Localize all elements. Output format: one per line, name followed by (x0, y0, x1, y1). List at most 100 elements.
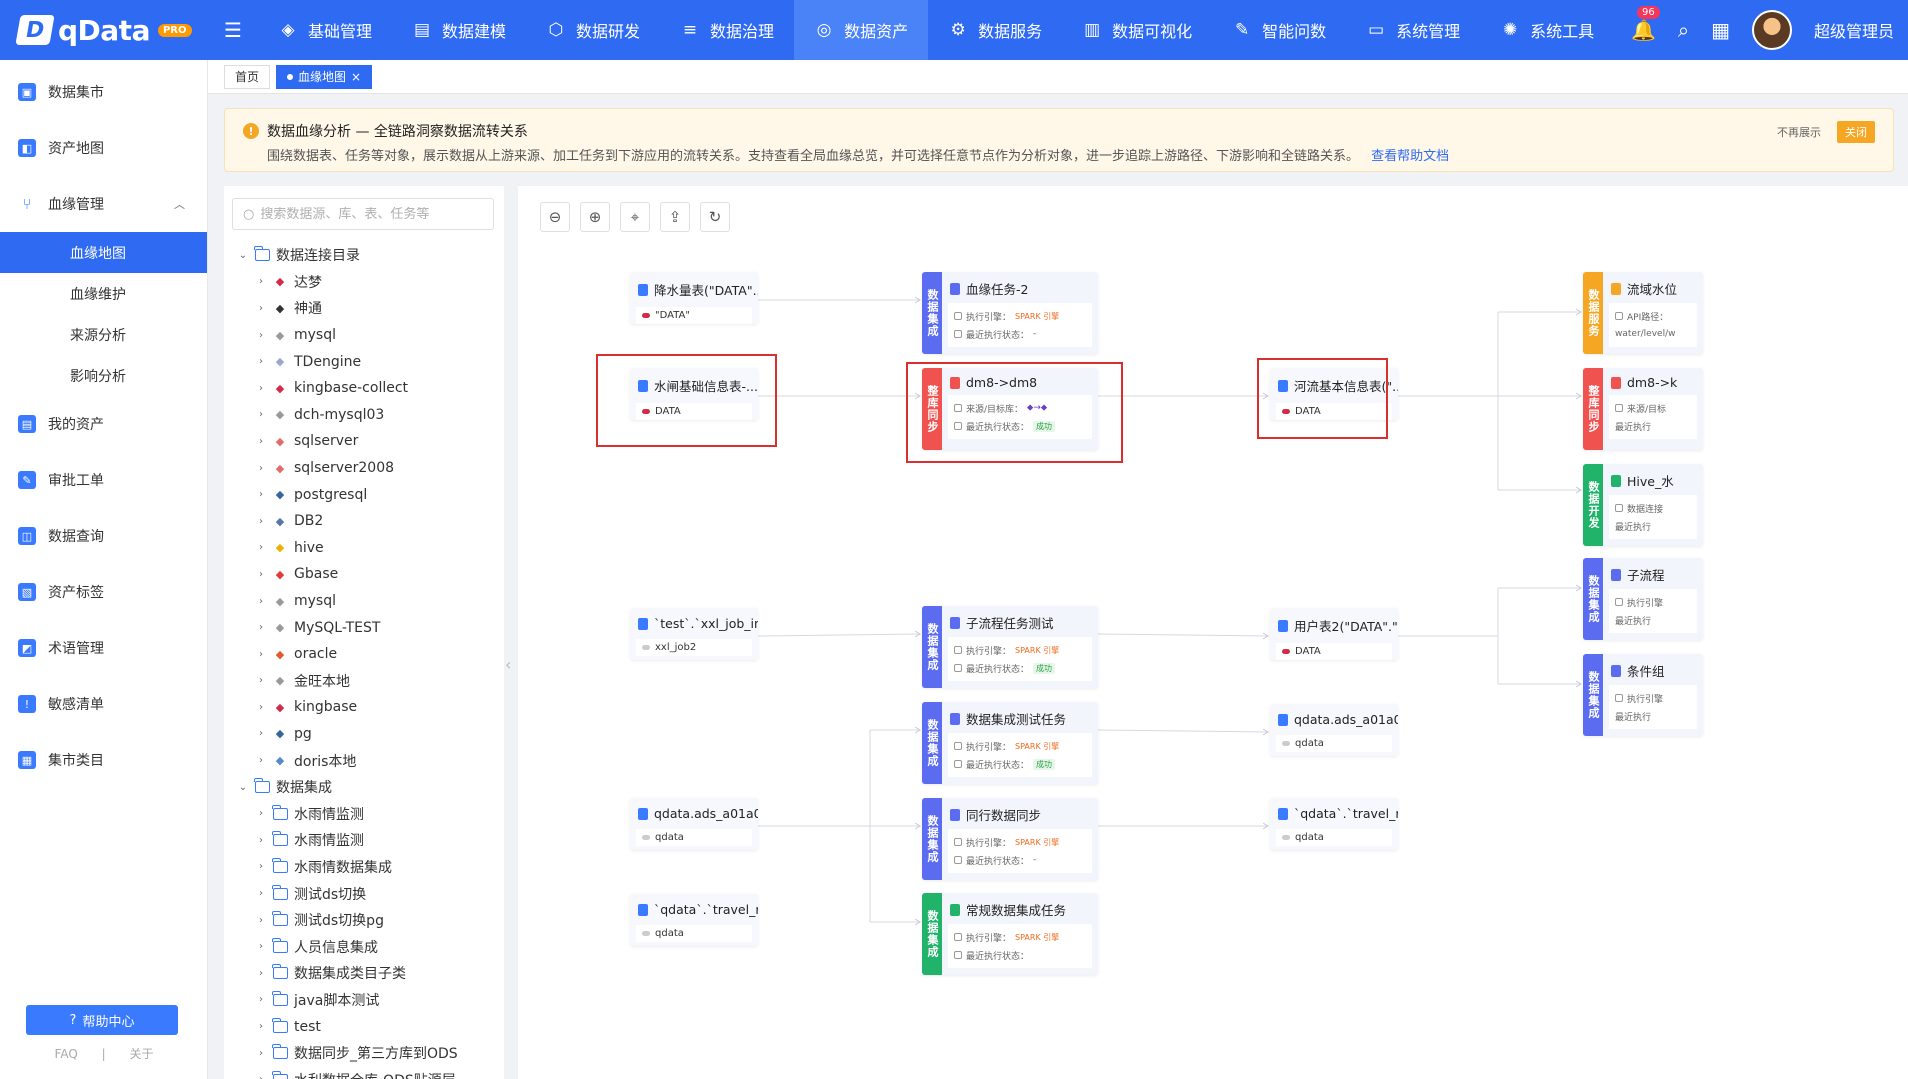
tree-search-input[interactable] (260, 206, 481, 222)
tree-group[interactable]: ⌄ 数据连接目录 (224, 242, 504, 269)
sidebar-item-6[interactable]: ▧ 资产标签 (0, 564, 207, 620)
nav-item-3[interactable]: ≡ 数据治理 (660, 0, 794, 60)
layout-grid-icon[interactable]: ▦ (1711, 18, 1730, 42)
lineage-downstream-node[interactable]: 数据开发 Hive_水 数据连接 最近执行 (1583, 464, 1703, 546)
tree-item[interactable]: › 测试ds切换pg (224, 907, 504, 934)
nav-item-4[interactable]: ◎ 数据资产 (794, 0, 929, 60)
lineage-downstream-node[interactable]: 数据集成 子流程 执行引擎 最近执行 (1583, 558, 1703, 640)
tree-item[interactable]: › ◆ Gbase (224, 561, 504, 588)
sidebar-subitem-2[interactable]: 来源分析 (0, 314, 207, 355)
sidebar-item-3[interactable]: ▤ 我的资产 (0, 396, 207, 452)
nav-item-2[interactable]: ⬡ 数据研发 (526, 0, 660, 60)
nav-item-7[interactable]: ✎ 智能问数 (1212, 0, 1346, 60)
task-status-badge: 成功 (1033, 662, 1056, 674)
nav-item-8[interactable]: ▭ 系统管理 (1346, 0, 1480, 60)
tree-item[interactable]: › ◆ sqlserver (224, 428, 504, 455)
sidebar-item-4[interactable]: ✎ 审批工单 (0, 452, 207, 508)
tree-item[interactable]: › ◆ postgresql (224, 481, 504, 508)
logo[interactable]: D qData PRO (0, 0, 208, 60)
lineage-table-node[interactable]: 降水量表("DATA".... "DATA" (630, 272, 758, 324)
tree-item[interactable]: › ◆ 神通 (224, 295, 504, 322)
dont-show-again-button[interactable]: 不再展示 (1771, 121, 1827, 143)
tree-item[interactable]: › 人员信息集成 (224, 933, 504, 960)
lineage-downstream-node[interactable]: 整库同步 dm8->k 来源/目标 最近执行 (1583, 368, 1703, 450)
export-icon[interactable]: ⇪ (660, 202, 690, 232)
sidebar-item-7[interactable]: ◩ 术语管理 (0, 620, 207, 676)
tree-item[interactable]: › 水雨情监测 (224, 827, 504, 854)
tree-item[interactable]: › java脚本测试 (224, 987, 504, 1014)
tree-item[interactable]: › ◆ kingbase (224, 694, 504, 721)
tab-lineage-map[interactable]: 血缘地图 × (276, 64, 373, 89)
close-notice-button[interactable]: 关闭 (1837, 121, 1875, 143)
lineage-task-node[interactable]: 数据集成 血缘任务-2 执行引擎： SPARK 引擎 最近执行状态： - (922, 272, 1098, 354)
tree-item[interactable]: › ◆ MySQL-TEST (224, 614, 504, 641)
lineage-downstream-node[interactable]: 数据集成 条件组 执行引擎 最近执行 (1583, 654, 1703, 736)
sidebar-item-8[interactable]: ! 敏感清单 (0, 676, 207, 732)
faq-link[interactable]: FAQ (55, 1047, 78, 1061)
tree-item[interactable]: › ◆ kingbase-collect (224, 375, 504, 402)
lineage-task-node[interactable]: 数据集成 子流程任务测试 执行引擎： SPARK 引擎 最近执行状态： 成功 (922, 606, 1098, 688)
sidebar-item-9[interactable]: ▦ 集市类目 (0, 732, 207, 788)
lineage-table-node[interactable]: `qdata`.`travel_re... qdata (1270, 798, 1398, 850)
tree-group[interactable]: ⌄ 数据集成 (224, 774, 504, 801)
sidebar-subitem-1[interactable]: 血缘维护 (0, 273, 207, 314)
lineage-table-node[interactable]: `qdata`.`travel_re... qdata (630, 894, 758, 946)
tree-item[interactable]: › 测试ds切换 (224, 880, 504, 907)
lineage-task-node[interactable]: 数据集成 常规数据集成任务 执行引擎： SPARK 引擎 最近执行状态： (922, 893, 1098, 975)
nav-item-0[interactable]: ◈ 基础管理 (258, 0, 392, 60)
search-icon[interactable]: ⌕ (1678, 18, 1689, 42)
panel-collapse-handle-icon[interactable]: ‹ (505, 655, 511, 674)
tree-item[interactable]: › ◆ mysql (224, 588, 504, 615)
tree-item[interactable]: › ◆ DB2 (224, 508, 504, 535)
nav-item-5[interactable]: ⚙ 数据服务 (928, 0, 1062, 60)
sidebar-item-5[interactable]: ◫ 数据查询 (0, 508, 207, 564)
tree-item[interactable]: › test (224, 1013, 504, 1040)
tree-item[interactable]: › ◆ doris本地 (224, 747, 504, 774)
tree-item[interactable]: › ◆ hive (224, 535, 504, 562)
tab-close-icon[interactable]: × (351, 70, 361, 84)
sidebar-item-1[interactable]: ◧ 资产地图 (0, 120, 207, 176)
sidebar-item-2[interactable]: ⑂ 血缘管理 ︿ (0, 176, 207, 232)
help-doc-link[interactable]: 查看帮助文档 (1371, 149, 1449, 164)
menu-collapse-icon[interactable]: ☰ (208, 0, 258, 60)
tree-item[interactable]: › ◆ mysql (224, 322, 504, 349)
tree-item[interactable]: › ◆ dch-mysql03 (224, 402, 504, 429)
sidebar-item-0[interactable]: ▣ 数据集市 (0, 64, 207, 120)
zoom-in-icon[interactable]: ⊕ (580, 202, 610, 232)
zoom-out-icon[interactable]: ⊖ (540, 202, 570, 232)
tab-home[interactable]: 首页 (224, 64, 271, 89)
refresh-icon[interactable]: ↻ (700, 202, 730, 232)
tree-item[interactable]: › ◆ TDengine (224, 348, 504, 375)
username[interactable]: 超级管理员 (1814, 18, 1894, 42)
tree-item[interactable]: › ◆ pg (224, 721, 504, 748)
lineage-downstream-node[interactable]: 数据服务 流域水位 API路径： water/level/w (1583, 272, 1703, 354)
info-notice: ! 数据血缘分析 — 全链路洞察数据流转关系 围绕数据表、任务等对象，展示数据从… (224, 108, 1894, 172)
locate-center-icon[interactable]: ⌖ (620, 202, 650, 232)
tree-item[interactable]: › 水雨情监测 (224, 800, 504, 827)
tree-item[interactable]: › 数据集成类目子类 (224, 960, 504, 987)
tree-item[interactable]: › ◆ 达梦 (224, 269, 504, 296)
tree-item[interactable]: › ◆ oracle (224, 641, 504, 668)
tree-item[interactable]: › ◆ 金旺本地 (224, 668, 504, 695)
lineage-task-node[interactable]: 数据集成 同行数据同步 执行引擎： SPARK 引擎 最近执行状态： - (922, 798, 1098, 880)
tree-item[interactable]: › ◆ sqlserver2008 (224, 455, 504, 482)
sidebar-subitem-0[interactable]: 血缘地图 (0, 232, 207, 273)
nav-item-1[interactable]: ▤ 数据建模 (392, 0, 526, 60)
lineage-task-node[interactable]: 数据集成 数据集成测试任务 执行引擎： SPARK 引擎 最近执行状态： 成功 (922, 702, 1098, 784)
about-link[interactable]: 关于 (129, 1047, 153, 1061)
tree-item[interactable]: › 数据同步_第三方库到ODS (224, 1040, 504, 1067)
help-center-button[interactable]: ? 帮助中心 (26, 1005, 178, 1035)
nav-item-6[interactable]: ▥ 数据可视化 (1062, 0, 1212, 60)
lineage-table-node[interactable]: 用户表2("DATA"."... DATA (1270, 608, 1398, 660)
tree-item[interactable]: › 水利数据仓库-ODS贴源层 (224, 1066, 504, 1079)
avatar[interactable] (1751, 10, 1792, 50)
bell-icon[interactable]: 🔔 96 (1631, 6, 1660, 42)
tree-item[interactable]: › 水雨情数据集成 (224, 854, 504, 881)
nav-item-9[interactable]: ✺ 系统工具 (1480, 0, 1614, 60)
lineage-table-node[interactable]: qdata.ads_a01a0... qdata (1270, 704, 1398, 756)
lineage-table-node[interactable]: `test`.`xxl_job_info` xxl_job2 (630, 608, 758, 660)
table-node-title: `qdata`.`travel_re... (654, 902, 758, 917)
lineage-table-node[interactable]: qdata.ads_a01a0... qdata (630, 798, 758, 850)
lineage-canvas[interactable]: ⊖ ⊕ ⌖ ⇪ ↻ 降水量表("DATA".... "DATA" 水闸基础信息表-… (518, 186, 1908, 1079)
sidebar-subitem-3[interactable]: 影响分析 (0, 355, 207, 396)
